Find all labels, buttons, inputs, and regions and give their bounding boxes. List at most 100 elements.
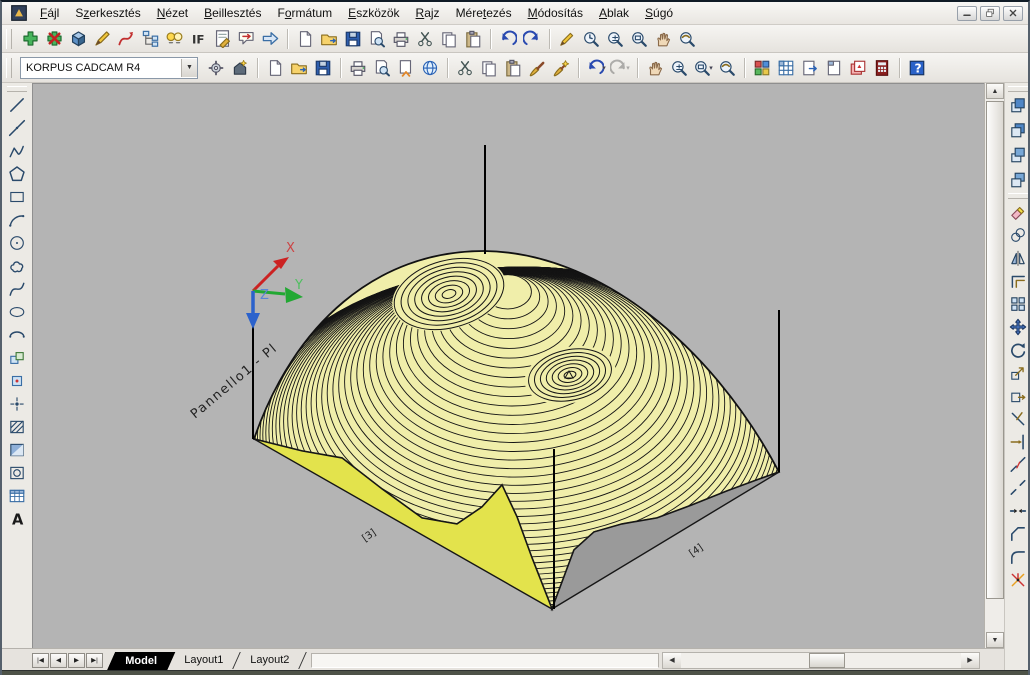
menu-meretezes[interactable]: Méretezés xyxy=(448,4,520,22)
tab-layout1[interactable]: Layout1 xyxy=(167,652,241,669)
hatch-button[interactable] xyxy=(6,417,28,437)
toolbar-grip[interactable] xyxy=(1008,193,1028,199)
scroll-up-button[interactable]: ▲ xyxy=(986,83,1004,99)
move-button[interactable] xyxy=(1007,317,1029,337)
horizontal-scroll-thumb[interactable] xyxy=(809,653,845,668)
zoom-window-button[interactable]: ▾ xyxy=(691,56,715,80)
next-arrow-button[interactable] xyxy=(258,27,282,51)
sketch-pencil-button[interactable] xyxy=(90,27,114,51)
properties-button[interactable] xyxy=(750,56,774,80)
zoom-previous-button[interactable] xyxy=(715,56,739,80)
plot-button[interactable] xyxy=(346,56,370,80)
model-viewport[interactable]: Pannello1 - PlXYZ[3][4] xyxy=(32,83,984,648)
match-props-button[interactable] xyxy=(549,56,573,80)
horizontal-scrollbar[interactable]: ◀ ▶ xyxy=(662,652,980,669)
scroll-left-button[interactable]: ◀ xyxy=(663,653,681,668)
preview-button[interactable] xyxy=(365,27,389,51)
toolbar-grip[interactable] xyxy=(1008,86,1028,92)
join-button[interactable] xyxy=(1007,501,1029,521)
dropdown-arrow-icon[interactable]: ▾ xyxy=(602,64,606,72)
calculator-button[interactable] xyxy=(870,56,894,80)
gradient-button[interactable] xyxy=(6,440,28,460)
menu-eszkozok[interactable]: Eszközök xyxy=(340,4,407,22)
red-spline-button[interactable] xyxy=(114,27,138,51)
fillet-button[interactable] xyxy=(1007,547,1029,567)
next-tab-button[interactable]: ▶ xyxy=(68,653,85,668)
table-button[interactable] xyxy=(6,486,28,506)
preview-button[interactable] xyxy=(370,56,394,80)
toolbar-grip[interactable] xyxy=(7,86,27,92)
prev-tab-button[interactable]: ◀ xyxy=(50,653,67,668)
erase-button[interactable] xyxy=(1007,202,1029,222)
rotate-button[interactable] xyxy=(1007,340,1029,360)
vertical-scrollbar[interactable]: ▲ ▼ xyxy=(984,83,1005,648)
undo-button[interactable] xyxy=(496,27,520,51)
mtext-button[interactable]: A xyxy=(6,509,28,529)
scroll-right-button[interactable]: ▶ xyxy=(961,653,979,668)
restore-button[interactable] xyxy=(980,6,1000,21)
pan-button[interactable] xyxy=(643,56,667,80)
explode-button[interactable] xyxy=(1007,570,1029,590)
menu-beillesztes[interactable]: Beillesztés xyxy=(196,4,269,22)
ellipse-arc-button[interactable] xyxy=(6,325,28,345)
last-tab-button[interactable]: ▶| xyxy=(86,653,103,668)
pan-button[interactable] xyxy=(651,27,675,51)
publish-button[interactable] xyxy=(394,56,418,80)
redo-button[interactable]: ▾ xyxy=(608,56,632,80)
vertical-scroll-thumb[interactable] xyxy=(986,101,1004,599)
spline-button[interactable] xyxy=(6,279,28,299)
make-block-button[interactable] xyxy=(6,371,28,391)
zoom-scale-button[interactable]: ± xyxy=(603,27,627,51)
first-tab-button[interactable]: |◀ xyxy=(32,653,49,668)
zoom-scale-button[interactable]: ± xyxy=(667,56,691,80)
arc-button[interactable] xyxy=(6,210,28,230)
menu-rajz[interactable]: Rajz xyxy=(408,4,448,22)
revision-cloud-button[interactable] xyxy=(6,256,28,276)
dropdown-arrow-icon[interactable]: ▾ xyxy=(626,64,630,72)
solid-cube-button[interactable] xyxy=(66,27,90,51)
plot-button[interactable] xyxy=(389,27,413,51)
app-icon[interactable] xyxy=(10,4,28,22)
insert-block-button[interactable] xyxy=(6,348,28,368)
send-under-button[interactable] xyxy=(1007,170,1029,190)
zoom-window-button[interactable] xyxy=(627,27,651,51)
paste-button[interactable] xyxy=(461,27,485,51)
copy-object-button[interactable] xyxy=(1007,225,1029,245)
ellipse-button[interactable] xyxy=(6,302,28,322)
point-button[interactable] xyxy=(6,394,28,414)
dropdown-arrow-icon[interactable]: ▾ xyxy=(709,64,713,72)
drawing-canvas[interactable]: Pannello1 - PlXYZ[3][4] xyxy=(32,83,984,648)
rectangle-button[interactable] xyxy=(6,187,28,207)
save-button[interactable] xyxy=(311,56,335,80)
copy-button[interactable] xyxy=(437,27,461,51)
scroll-down-button[interactable]: ▼ xyxy=(986,632,1004,648)
scale-button[interactable] xyxy=(1007,363,1029,383)
help-button[interactable]: ? xyxy=(905,56,929,80)
bring-above-button[interactable] xyxy=(1007,145,1029,165)
cut-button[interactable] xyxy=(453,56,477,80)
layer-states-button[interactable] xyxy=(798,56,822,80)
gear-button[interactable] xyxy=(204,56,228,80)
tab-layout2[interactable]: Layout2 xyxy=(233,652,307,669)
tab-model[interactable]: Model xyxy=(107,652,175,671)
offset-button[interactable] xyxy=(1007,271,1029,291)
layers-button[interactable] xyxy=(774,56,798,80)
callout-button[interactable] xyxy=(234,27,258,51)
polygon-button[interactable] xyxy=(6,164,28,184)
new-doc-button[interactable] xyxy=(293,27,317,51)
bulbs-button[interactable] xyxy=(162,27,186,51)
paste-button[interactable] xyxy=(501,56,525,80)
menu-fajl[interactable]: Fájl xyxy=(32,4,67,22)
bring-to-front-button[interactable] xyxy=(1007,95,1029,115)
zoom-realtime-button[interactable] xyxy=(579,27,603,51)
menu-nezet[interactable]: Nézet xyxy=(149,4,196,22)
workspace-combo[interactable]: KORPUS CADCAM R4 ▼ xyxy=(20,57,198,79)
redo-button[interactable] xyxy=(520,27,544,51)
mirror-button[interactable] xyxy=(1007,248,1029,268)
markup-button[interactable] xyxy=(846,56,870,80)
close-button[interactable] xyxy=(1003,6,1023,21)
delete-x-button[interactable] xyxy=(42,27,66,51)
web-button[interactable] xyxy=(418,56,442,80)
extend-button[interactable] xyxy=(1007,432,1029,452)
circle-button[interactable] xyxy=(6,233,28,253)
